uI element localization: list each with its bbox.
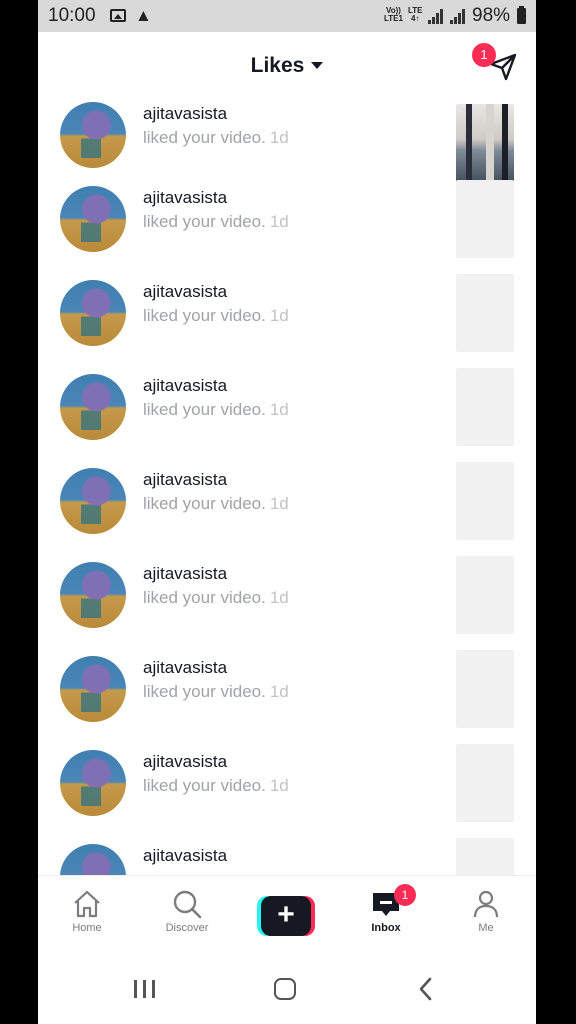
activity-text: liked your video. 1d [143,776,289,795]
list-item[interactable]: ajitavasista liked your video. 1d [38,650,536,750]
nav-me-label: Me [478,922,494,934]
avatar[interactable] [60,468,126,534]
video-thumbnail[interactable] [456,744,514,822]
activity-text: liked your video. 1d [143,682,289,701]
caret-down-icon [311,62,324,69]
activity-text: liked your video. 1d [143,128,289,147]
status-time: 10:00 [48,5,96,26]
battery-icon [517,6,526,24]
username[interactable]: ajitavasista [143,188,227,208]
nav-me[interactable]: Me [446,888,526,934]
username[interactable]: ajitavasista [143,282,227,302]
video-thumbnail[interactable] [456,368,514,446]
system-nav-bar [38,950,536,1024]
nav-discover[interactable]: Discover [147,888,227,934]
username[interactable]: ajitavasista [143,564,227,584]
list-item[interactable]: ajitavasista [38,838,536,875]
notification-badge: 1 [472,43,496,67]
username[interactable]: ajitavasista [143,846,227,866]
avatar[interactable] [60,656,126,722]
volte-indicator: Vo)) LTE1 [384,6,403,23]
video-thumbnail[interactable] [456,556,514,634]
header: Likes 1 [38,32,536,100]
activity-text: liked your video. 1d [143,306,289,325]
username[interactable]: ajitavasista [143,752,227,772]
avatar[interactable] [60,750,126,816]
username[interactable]: ajitavasista [143,376,227,396]
back-icon[interactable] [416,976,436,1002]
username[interactable]: ajitavasista [143,104,227,124]
list-item[interactable]: ajitavasista liked your video. 1d [38,180,536,280]
avatar[interactable] [60,280,126,346]
signal-icon [450,9,466,24]
notification-list[interactable]: ajitavasista liked your video. 1d ajitava… [38,100,536,875]
username[interactable]: ajitavasista [143,658,227,678]
battery-percent: 98% [472,5,511,26]
lte-indicator: LTE 4↑ [408,6,423,23]
avatar[interactable] [60,186,126,252]
list-item[interactable]: ajitavasista liked your video. 1d [38,274,536,374]
inbox-badge: 1 [394,884,416,906]
create-button[interactable]: + [257,896,315,936]
video-thumbnail[interactable] [456,104,514,182]
bottom-nav: Home Discover + Inbox 1 Me [38,875,536,950]
search-icon [173,890,202,919]
profile-icon [473,890,499,918]
video-thumbnail[interactable] [456,180,514,258]
avatar[interactable] [60,562,126,628]
avatar[interactable] [60,102,126,168]
activity-text: liked your video. 1d [143,588,289,607]
video-thumbnail[interactable] [456,274,514,352]
alert-icon: ▲ [135,6,152,25]
list-item[interactable]: ajitavasista liked your video. 1d [38,462,536,562]
video-thumbnail[interactable] [456,650,514,728]
system-home-icon[interactable] [274,978,296,1000]
activity-text: liked your video. 1d [143,212,289,231]
avatar[interactable] [60,374,126,440]
list-item[interactable]: ajitavasista liked your video. 1d [38,556,536,656]
username[interactable]: ajitavasista [143,470,227,490]
signal-icon [428,9,444,24]
video-thumbnail[interactable] [456,838,514,875]
list-item[interactable]: ajitavasista liked your video. 1d [38,744,536,844]
nav-home[interactable]: Home [47,888,127,934]
list-item[interactable]: ajitavasista liked your video. 1d [38,368,536,468]
phone-screen: 10:00 ▲ Vo)) LTE1 LTE 4↑ 98% Likes 1 ajita… [38,0,536,1024]
status-bar: 10:00 ▲ Vo)) LTE1 LTE 4↑ 98% [38,0,536,32]
image-notification-icon [110,9,126,22]
nav-inbox-label: Inbox [371,922,401,934]
page-title: Likes [250,54,305,77]
nav-discover-label: Discover [165,922,209,934]
recent-apps-icon[interactable] [134,980,156,998]
avatar[interactable] [60,844,126,875]
nav-home-label: Home [72,922,102,934]
plus-icon: + [261,896,311,936]
activity-text: liked your video. 1d [143,400,289,419]
likes-dropdown[interactable]: Likes [38,54,536,78]
activity-text: liked your video. 1d [143,494,289,513]
home-icon [74,890,100,918]
video-thumbnail[interactable] [456,462,514,540]
